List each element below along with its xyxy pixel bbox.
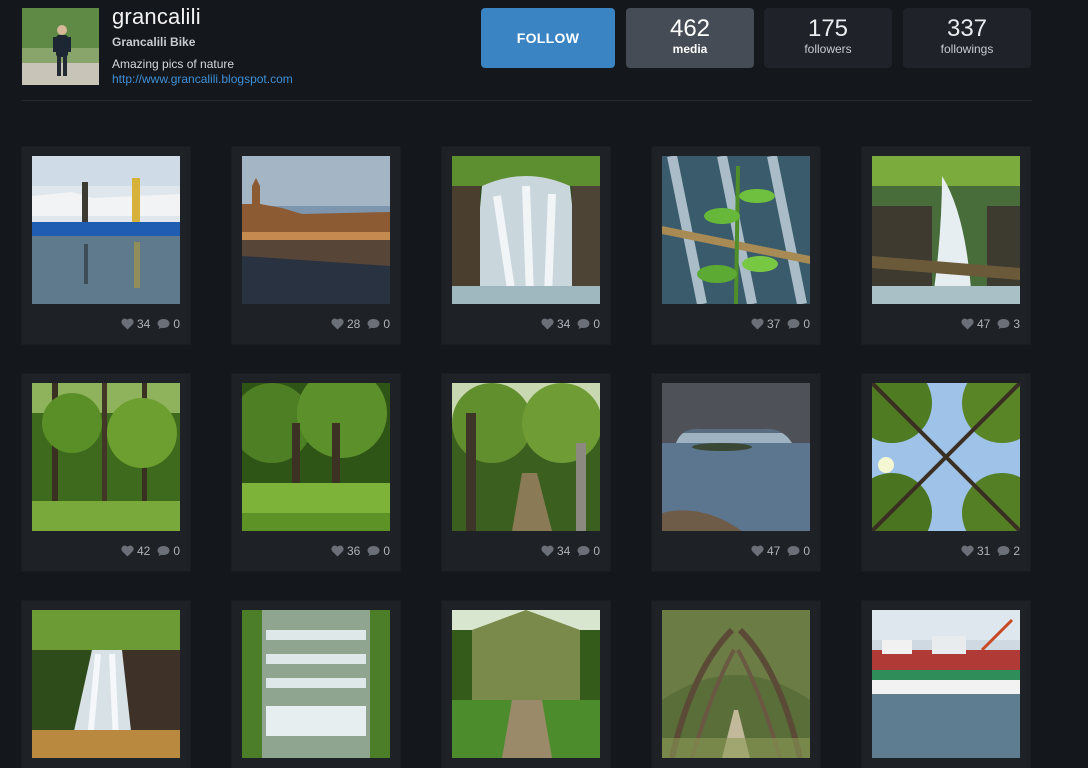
media-thumbnail[interactable] xyxy=(872,383,1020,531)
stat-followings-label: followings xyxy=(940,42,994,56)
media-card[interactable]: 42 0 xyxy=(22,374,190,571)
media-thumbnail[interactable] xyxy=(872,610,1020,758)
media-thumbnail[interactable] xyxy=(452,383,600,531)
media-stats: 34 0 xyxy=(541,317,600,331)
comments-count: 0 xyxy=(803,317,810,331)
media-thumbnail[interactable] xyxy=(662,383,810,531)
comment-icon[interactable] xyxy=(157,318,170,330)
likes-count: 31 xyxy=(976,544,991,558)
stat-followings-count: 337 xyxy=(946,15,988,42)
username: grancalili xyxy=(112,4,201,29)
profile-page: grancalili Grancalili Bike Amazing pics … xyxy=(0,0,1088,768)
media-stats: 47 3 xyxy=(961,317,1020,331)
comments-count: 0 xyxy=(593,317,600,331)
media-stats: 31 2 xyxy=(961,544,1020,558)
heart-icon[interactable] xyxy=(541,318,554,330)
media-card[interactable] xyxy=(442,601,610,768)
media-card[interactable]: 47 3 xyxy=(862,147,1030,344)
media-card[interactable]: 31 2 xyxy=(862,374,1030,571)
comments-count: 0 xyxy=(593,544,600,558)
stat-followers-label: followers xyxy=(804,42,852,56)
media-thumbnail[interactable] xyxy=(32,610,180,758)
media-thumbnail[interactable] xyxy=(872,156,1020,304)
media-card[interactable] xyxy=(232,601,400,768)
header-divider xyxy=(22,100,1032,101)
stat-followers[interactable]: 175 followers xyxy=(764,8,892,68)
heart-icon[interactable] xyxy=(331,545,344,557)
heart-icon[interactable] xyxy=(121,318,134,330)
media-stats: 37 0 xyxy=(751,317,810,331)
likes-count: 34 xyxy=(556,544,571,558)
full-name: Grancalili Bike xyxy=(112,35,196,49)
media-card[interactable]: 36 0 xyxy=(232,374,400,571)
comment-icon[interactable] xyxy=(997,545,1010,557)
media-stats: 36 0 xyxy=(331,544,390,558)
avatar-person-icon xyxy=(22,8,99,85)
media-card[interactable] xyxy=(652,601,820,768)
media-card[interactable] xyxy=(862,601,1030,768)
media-thumbnail[interactable] xyxy=(662,610,810,758)
website-link[interactable]: http://www.grancalili.blogspot.com xyxy=(112,72,293,86)
media-stats: 34 0 xyxy=(121,317,180,331)
media-thumbnail[interactable] xyxy=(242,610,390,758)
media-card[interactable]: 34 0 xyxy=(22,147,190,344)
media-card[interactable]: 37 0 xyxy=(652,147,820,344)
media-card[interactable]: 34 0 xyxy=(442,374,610,571)
comments-count: 0 xyxy=(803,544,810,558)
media-stats: 47 0 xyxy=(751,544,810,558)
heart-icon[interactable] xyxy=(751,545,764,557)
likes-count: 37 xyxy=(766,317,781,331)
media-card[interactable]: 34 0 xyxy=(442,147,610,344)
comment-icon[interactable] xyxy=(787,545,800,557)
comments-count: 0 xyxy=(383,317,390,331)
follow-button[interactable]: FOLLOW xyxy=(481,8,615,68)
comments-count: 0 xyxy=(173,317,180,331)
heart-icon[interactable] xyxy=(961,545,974,557)
comment-icon[interactable] xyxy=(367,318,380,330)
likes-count: 47 xyxy=(766,544,781,558)
media-stats: 34 0 xyxy=(541,544,600,558)
media-thumbnail[interactable] xyxy=(242,156,390,304)
media-card[interactable] xyxy=(22,601,190,768)
media-stats: 42 0 xyxy=(121,544,180,558)
stat-followings[interactable]: 337 followings xyxy=(903,8,1031,68)
likes-count: 42 xyxy=(136,544,151,558)
comment-icon[interactable] xyxy=(577,545,590,557)
stat-media-count: 462 xyxy=(669,15,711,42)
media-thumbnail[interactable] xyxy=(452,156,600,304)
media-stats: 28 0 xyxy=(331,317,390,331)
stat-media-label: media xyxy=(672,42,708,56)
comment-icon[interactable] xyxy=(367,545,380,557)
comments-count: 0 xyxy=(173,544,180,558)
heart-icon[interactable] xyxy=(751,318,764,330)
avatar[interactable] xyxy=(22,8,99,85)
comment-icon[interactable] xyxy=(787,318,800,330)
heart-icon[interactable] xyxy=(121,545,134,557)
heart-icon[interactable] xyxy=(961,318,974,330)
comments-count: 2 xyxy=(1013,544,1020,558)
media-card[interactable]: 47 0 xyxy=(652,374,820,571)
media-thumbnail[interactable] xyxy=(452,610,600,758)
media-thumbnail[interactable] xyxy=(662,156,810,304)
bio-text: Amazing pics of nature xyxy=(112,57,235,71)
stat-followers-count: 175 xyxy=(807,15,849,42)
likes-count: 34 xyxy=(556,317,571,331)
likes-count: 36 xyxy=(346,544,361,558)
heart-icon[interactable] xyxy=(331,318,344,330)
comment-icon[interactable] xyxy=(157,545,170,557)
comments-count: 3 xyxy=(1013,317,1020,331)
comment-icon[interactable] xyxy=(577,318,590,330)
heart-icon[interactable] xyxy=(541,545,554,557)
comments-count: 0 xyxy=(383,544,390,558)
stat-media[interactable]: 462 media xyxy=(626,8,754,68)
media-thumbnail[interactable] xyxy=(32,156,180,304)
likes-count: 28 xyxy=(346,317,361,331)
comment-icon[interactable] xyxy=(997,318,1010,330)
media-card[interactable]: 28 0 xyxy=(232,147,400,344)
media-thumbnail[interactable] xyxy=(242,383,390,531)
likes-count: 34 xyxy=(136,317,151,331)
media-thumbnail[interactable] xyxy=(32,383,180,531)
likes-count: 47 xyxy=(976,317,991,331)
